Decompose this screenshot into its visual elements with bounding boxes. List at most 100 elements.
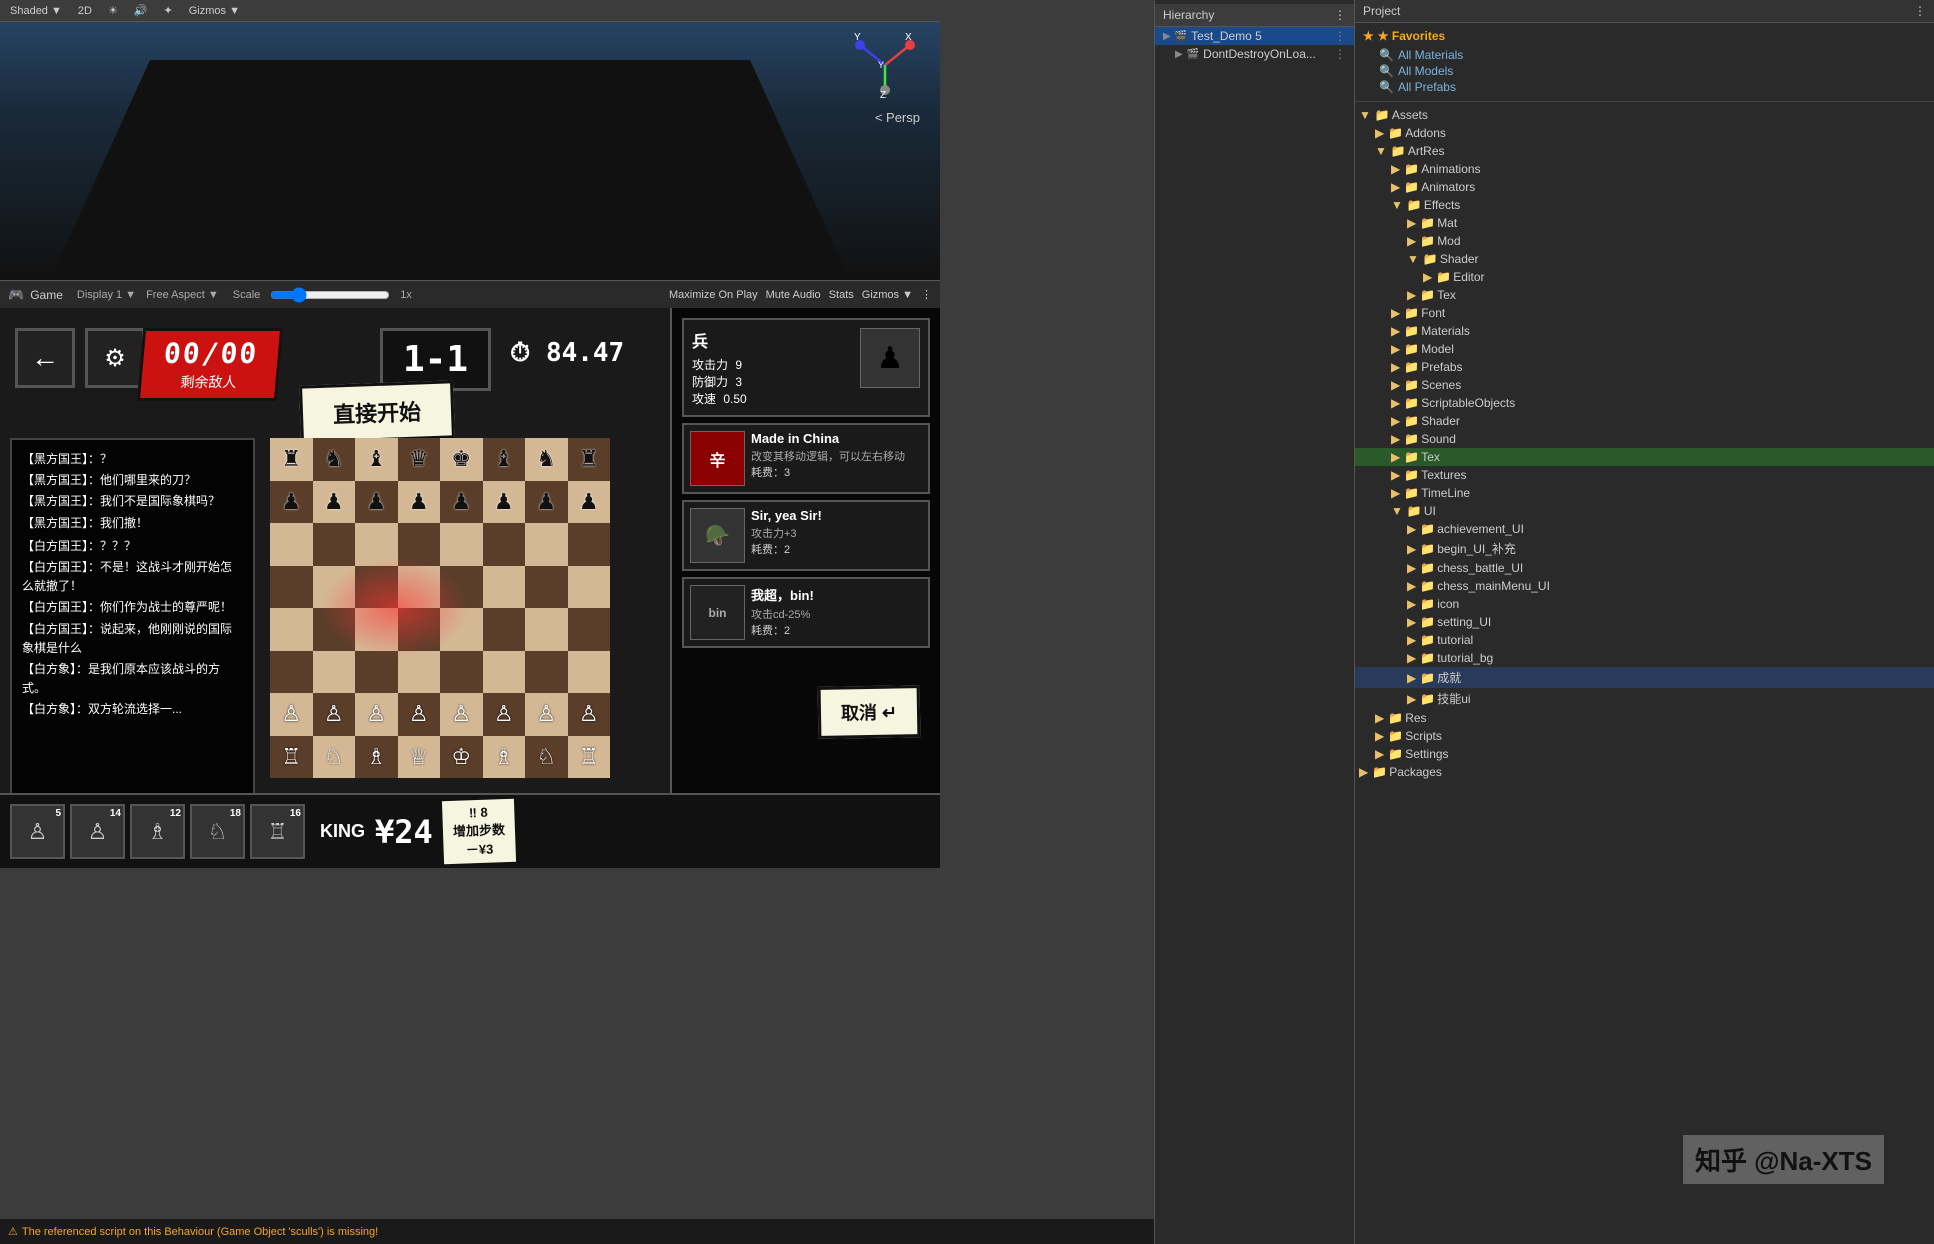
- tree-effects-mod[interactable]: ▶ 📁 Mod: [1355, 232, 1934, 250]
- tree-chess-battle-ui[interactable]: ▶ 📁 chess_battle_UI: [1355, 559, 1934, 577]
- chess-cell-7-2[interactable]: ♗: [355, 736, 398, 779]
- chess-cell-2-7[interactable]: [568, 523, 611, 566]
- fav-all-materials[interactable]: 🔍 All Materials: [1363, 47, 1926, 63]
- chess-cell-4-1[interactable]: [313, 608, 356, 651]
- chess-cell-2-1[interactable]: [313, 523, 356, 566]
- skill-card-2[interactable]: 🪖 Sir, yea Sir! 攻击力+3 耗费：2: [682, 500, 930, 571]
- tree-begin-ui[interactable]: ▶ 📁 begin_UI_补充: [1355, 538, 1934, 559]
- chess-cell-0-0[interactable]: ♜: [270, 438, 313, 481]
- tree-addons[interactable]: ▶ 📁 Addons: [1355, 124, 1934, 142]
- tree-scenes[interactable]: ▶ 📁 Scenes: [1355, 376, 1934, 394]
- chess-cell-2-5[interactable]: [483, 523, 526, 566]
- chess-cell-2-4[interactable]: [440, 523, 483, 566]
- chess-cell-3-4[interactable]: [440, 566, 483, 609]
- tree-effects[interactable]: ▼ 📁 Effects: [1355, 196, 1934, 214]
- aspect-dropdown[interactable]: Free Aspect ▼: [146, 289, 219, 301]
- chess-cell-5-3[interactable]: [398, 651, 441, 694]
- mute-audio[interactable]: Mute Audio: [766, 289, 821, 301]
- tree-res[interactable]: ▶ 📁 Res: [1355, 709, 1934, 727]
- game-tab-label[interactable]: Game: [30, 288, 63, 302]
- cancel-button[interactable]: 取消 ↵: [817, 685, 920, 739]
- chess-cell-4-4[interactable]: [440, 608, 483, 651]
- chess-cell-4-3[interactable]: [398, 608, 441, 651]
- chess-cell-5-4[interactable]: [440, 651, 483, 694]
- chess-cell-1-6[interactable]: ♟: [525, 481, 568, 524]
- tree-textures[interactable]: ▶ 📁 Textures: [1355, 466, 1934, 484]
- chess-cell-2-6[interactable]: [525, 523, 568, 566]
- chess-cell-7-4[interactable]: ♔: [440, 736, 483, 779]
- chess-cell-1-7[interactable]: ♟: [568, 481, 611, 524]
- audio-toggle[interactable]: 🔊: [130, 4, 152, 17]
- settings-button[interactable]: ⚙: [85, 328, 145, 388]
- tree-animators[interactable]: ▶ 📁 Animators: [1355, 178, 1934, 196]
- chess-cell-5-5[interactable]: [483, 651, 526, 694]
- chess-cell-7-0[interactable]: ♖: [270, 736, 313, 779]
- chess-cell-1-3[interactable]: ♟: [398, 481, 441, 524]
- hierarchy-item-testdemo[interactable]: ▶ 🎬 Test_Demo 5 ⋮: [1155, 27, 1354, 45]
- chess-cell-2-0[interactable]: [270, 523, 313, 566]
- chess-cell-6-4[interactable]: ♙: [440, 693, 483, 736]
- scale-slider[interactable]: [270, 287, 390, 303]
- hierarchy-more-dontdestroy[interactable]: ⋮: [1334, 47, 1346, 61]
- chess-cell-7-6[interactable]: ♘: [525, 736, 568, 779]
- chess-cell-4-5[interactable]: [483, 608, 526, 651]
- tree-artres-shader[interactable]: ▶ 📁 Shader: [1355, 412, 1934, 430]
- chess-cell-7-1[interactable]: ♘: [313, 736, 356, 779]
- tree-effects-tex[interactable]: ▶ 📁 Tex: [1355, 286, 1934, 304]
- chess-cell-0-2[interactable]: ♝: [355, 438, 398, 481]
- chess-cell-5-0[interactable]: [270, 651, 313, 694]
- chess-cell-4-0[interactable]: [270, 608, 313, 651]
- chess-cell-6-3[interactable]: ♙: [398, 693, 441, 736]
- tree-timeline[interactable]: ▶ 📁 TimeLine: [1355, 484, 1934, 502]
- hierarchy-more-testdemo[interactable]: ⋮: [1334, 29, 1346, 43]
- tree-artres[interactable]: ▼ 📁 ArtRes: [1355, 142, 1934, 160]
- tree-tutorial[interactable]: ▶ 📁 tutorial: [1355, 631, 1934, 649]
- chess-cell-1-1[interactable]: ♟: [313, 481, 356, 524]
- tree-prefabs[interactable]: ▶ 📁 Prefabs: [1355, 358, 1934, 376]
- chess-cell-5-6[interactable]: [525, 651, 568, 694]
- tree-assets[interactable]: ▼ 📁 Assets: [1355, 106, 1934, 124]
- bottom-piece-1[interactable]: ♙ 5: [10, 804, 65, 859]
- shaded-dropdown[interactable]: Shaded ▼: [6, 5, 66, 17]
- hierarchy-item-dontdestroy[interactable]: ▶ 🎬 DontDestroyOnLoa... ⋮: [1155, 45, 1354, 63]
- chess-cell-7-5[interactable]: ♗: [483, 736, 526, 779]
- chess-cell-5-2[interactable]: [355, 651, 398, 694]
- bottom-piece-4[interactable]: ♘ 18: [190, 804, 245, 859]
- chess-cell-0-6[interactable]: ♞: [525, 438, 568, 481]
- chess-cell-3-2[interactable]: [355, 566, 398, 609]
- tree-achievement-ui[interactable]: ▶ 📁 achievement_UI: [1355, 520, 1934, 538]
- hierarchy-more[interactable]: ⋮: [1334, 8, 1346, 22]
- tree-packages[interactable]: ▶ 📁 Packages: [1355, 763, 1934, 781]
- chess-cell-4-6[interactable]: [525, 608, 568, 651]
- gizmos-game-btn[interactable]: Gizmos ▼: [862, 289, 913, 301]
- tree-model[interactable]: ▶ 📁 Model: [1355, 340, 1934, 358]
- fav-all-models[interactable]: 🔍 All Models: [1363, 63, 1926, 79]
- chess-cell-6-5[interactable]: ♙: [483, 693, 526, 736]
- chess-cell-3-6[interactable]: [525, 566, 568, 609]
- tree-settings[interactable]: ▶ 📁 Settings: [1355, 745, 1934, 763]
- chess-cell-0-4[interactable]: ♚: [440, 438, 483, 481]
- chess-cell-6-2[interactable]: ♙: [355, 693, 398, 736]
- tree-icon[interactable]: ▶ 📁 icon: [1355, 595, 1934, 613]
- chess-cell-3-5[interactable]: [483, 566, 526, 609]
- tree-chess-main-ui[interactable]: ▶ 📁 chess_mainMenu_UI: [1355, 577, 1934, 595]
- project-more[interactable]: ⋮: [1914, 4, 1926, 18]
- chess-cell-1-5[interactable]: ♟: [483, 481, 526, 524]
- tree-effects-shader[interactable]: ▼ 📁 Shader: [1355, 250, 1934, 268]
- chess-cell-4-2[interactable]: [355, 608, 398, 651]
- tree-materials[interactable]: ▶ 📁 Materials: [1355, 322, 1934, 340]
- chess-cell-0-5[interactable]: ♝: [483, 438, 526, 481]
- tree-effects-mat[interactable]: ▶ 📁 Mat: [1355, 214, 1934, 232]
- bottom-piece-2[interactable]: ♙ 14: [70, 804, 125, 859]
- chess-cell-6-6[interactable]: ♙: [525, 693, 568, 736]
- stats-btn[interactable]: Stats: [829, 289, 854, 301]
- lighting-toggle[interactable]: ☀: [104, 4, 122, 17]
- chess-cell-7-3[interactable]: ♕: [398, 736, 441, 779]
- chess-cell-2-2[interactable]: [355, 523, 398, 566]
- chess-cell-0-1[interactable]: ♞: [313, 438, 356, 481]
- chess-cell-0-3[interactable]: ♛: [398, 438, 441, 481]
- chess-cell-1-0[interactable]: ♟: [270, 481, 313, 524]
- game-more-btn[interactable]: ⋮: [921, 288, 932, 301]
- tree-tex[interactable]: ▶ 📁 Tex: [1355, 448, 1934, 466]
- tree-tutorial-bg[interactable]: ▶ 📁 tutorial_bg: [1355, 649, 1934, 667]
